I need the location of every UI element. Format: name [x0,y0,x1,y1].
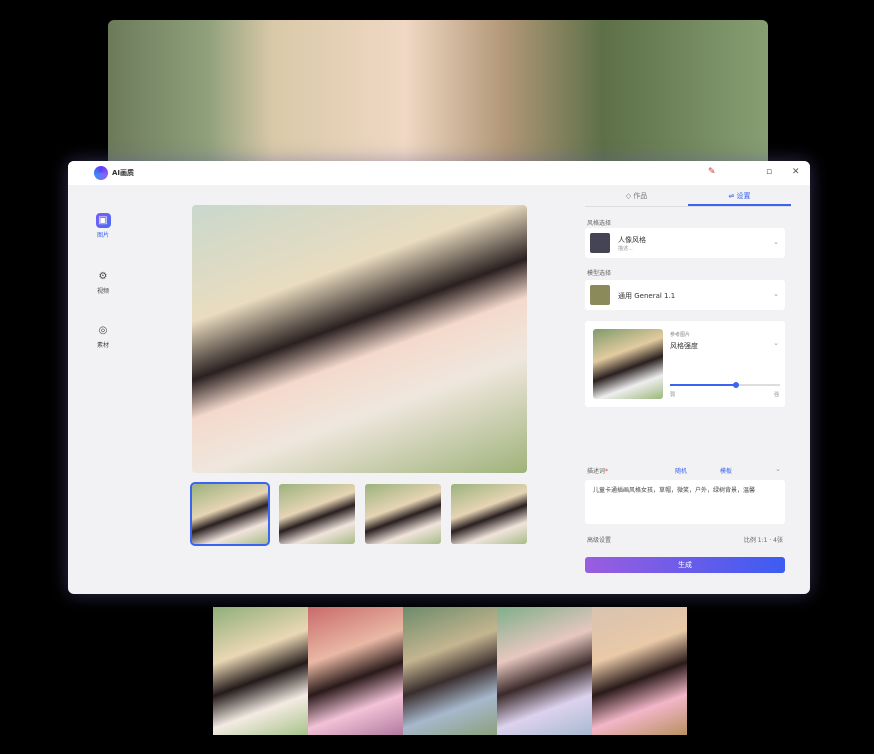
slider-min: 弱 [670,392,676,398]
chevron-down-icon[interactable]: ⌄ [775,465,781,473]
sidebar-item-image[interactable]: ▣ 图片 [88,213,118,239]
style-select[interactable]: 人像风格 描述... ⌄ [585,228,785,258]
tab-label: 设置 [736,192,751,200]
chevron-down-icon: ⌄ [773,238,779,246]
sidebar-item-label: 素材 [96,342,109,349]
reference-image[interactable] [593,329,663,399]
strength-label: 风格强度 [670,342,698,350]
close-icon[interactable]: ✕ [792,167,800,177]
reference-card: 参考图片 风格强度 ⌄ 弱 强 [585,321,785,407]
app-title: AI画质 [112,169,135,177]
sidebar-item-material[interactable]: ◎ 素材 [88,323,118,349]
sidebar: ▣ 图片 ⚙ 视频 ◎ 素材 [68,185,136,594]
maximize-icon[interactable]: ▫ [766,167,772,177]
tab-label: 作品 [633,192,648,200]
result-image[interactable] [192,205,527,473]
model-name: 通用 General 1.1 [618,292,676,300]
brush-icon[interactable]: ✎ [708,167,716,177]
app-window: AI画质 ✎ ▫ ✕ ▣ 图片 ⚙ 视频 ◎ 素材 ◇ 作品 ⇌ 设置 风格选择 人像… [68,161,810,594]
advanced-settings-link[interactable]: 高级设置 [587,535,611,544]
video-icon: ⚙ [98,271,108,282]
thumbnail[interactable] [190,482,270,546]
sample-image [213,607,308,735]
image-icon: ▣ [95,213,111,228]
model-thumb [590,285,610,305]
required-mark: * [605,468,609,475]
style-label: 风格选择 [587,220,612,227]
prompt-input[interactable]: 儿童卡通插画风格女孩，草帽，微笑，户外，绿树背景，温馨 [585,480,785,524]
slider-max: 强 [773,392,779,398]
prompt-text: 儿童卡通插画风格女孩，草帽，微笑，户外，绿树背景，温馨 [593,487,756,494]
model-select[interactable]: 通用 General 1.1 ⌄ [585,280,785,310]
thumbnail[interactable] [451,484,527,544]
random-button[interactable]: 随机 [675,466,687,475]
thumbnail[interactable] [365,484,441,544]
ratio-select[interactable]: 比例 1:1 · 4张 [744,535,783,544]
settings-panel: ◇ 作品 ⇌ 设置 风格选择 人像风格 描述... ⌄ 模型选择 通用 Gene… [585,185,791,594]
generate-label: 生成 [678,561,692,569]
strength-slider[interactable] [670,382,780,388]
sample-image [497,607,593,735]
tab-settings[interactable]: ⇌ 设置 [688,185,791,206]
sidebar-item-label: 图片 [96,232,109,239]
sidebar-item-label: 视频 [96,288,109,295]
chevron-down-icon: ⌄ [773,290,779,298]
model-label: 模型选择 [587,270,612,277]
style-name: 人像风格 [618,236,646,244]
sample-image [402,607,498,735]
title-bar: AI画质 ✎ ▫ ✕ [68,161,810,185]
slider-handle[interactable] [733,382,739,388]
generate-button[interactable]: 生成 [585,557,785,573]
material-icon: ◎ [98,325,108,336]
thumbnail[interactable] [279,484,355,544]
chevron-down-icon: ⌄ [773,339,779,347]
app-logo-icon [94,166,108,180]
style-desc: 描述... [618,246,633,252]
sample-image [592,607,687,735]
sample-strip [213,607,687,735]
sample-image [307,607,403,735]
sidebar-item-video[interactable]: ⚙ 视频 [88,269,118,295]
style-thumb [590,233,610,253]
prompt-label-text: 描述词 [587,468,606,475]
reference-label: 参考图片 [670,332,691,338]
prompt-label: 描述词* [587,466,608,475]
template-button[interactable]: 模板 [720,466,732,475]
background-photo [108,20,768,180]
tab-works[interactable]: ◇ 作品 [585,185,688,206]
